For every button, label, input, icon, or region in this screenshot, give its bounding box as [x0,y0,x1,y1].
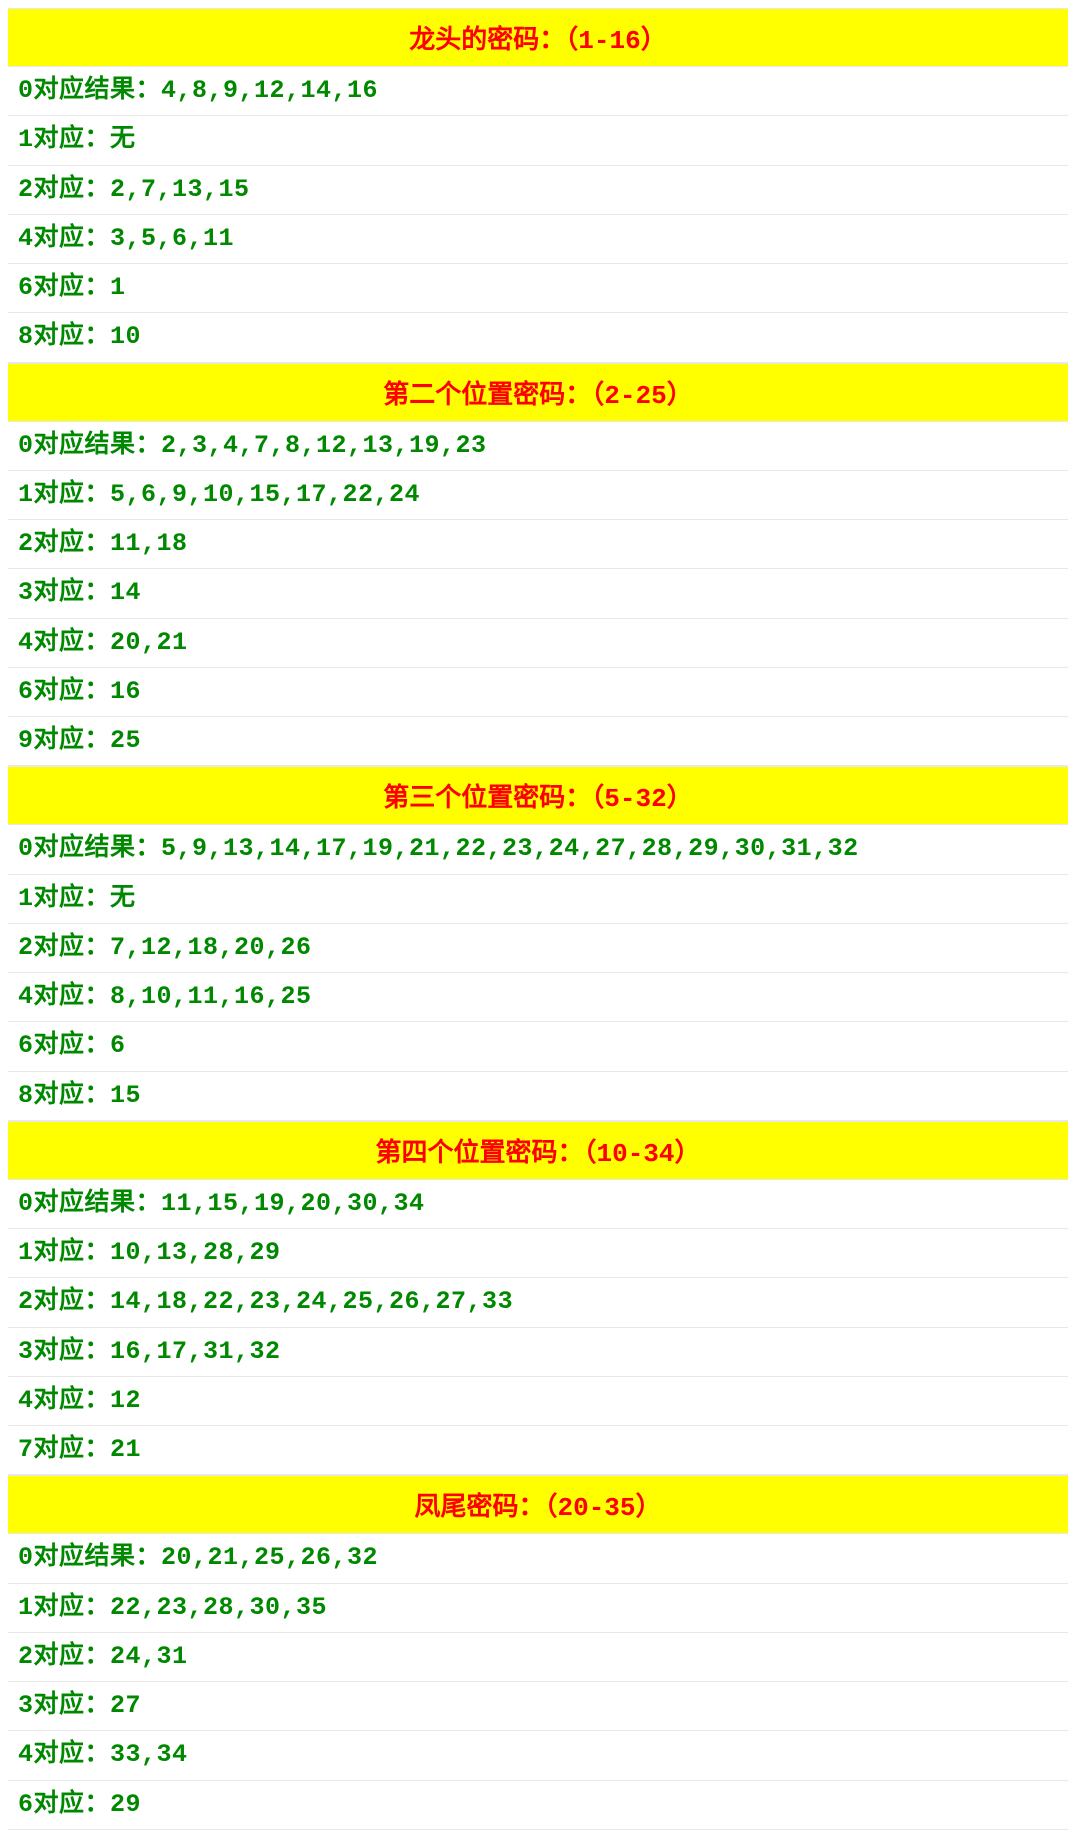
code-table: 龙头的密码：（1-16）0对应结果：4,8,9,12,14,161对应：无2对应… [8,8,1068,1830]
data-row: 2对应：11,18 [8,520,1068,569]
data-row: 0对应结果：5,9,13,14,17,19,21,22,23,24,27,28,… [8,825,1068,874]
data-row: 6对应：16 [8,668,1068,717]
data-row: 4对应：33,34 [8,1731,1068,1780]
data-row: 3对应：16,17,31,32 [8,1328,1068,1377]
section-header: 龙头的密码：（1-16） [8,8,1068,67]
data-row: 6对应：29 [8,1781,1068,1830]
section-4: 凤尾密码：（20-35）0对应结果：20,21,25,26,321对应：22,2… [8,1475,1068,1830]
data-row: 1对应：5,6,9,10,15,17,22,24 [8,471,1068,520]
data-row: 7对应：21 [8,1426,1068,1475]
section-2: 第三个位置密码：（5-32）0对应结果：5,9,13,14,17,19,21,2… [8,766,1068,1121]
section-header: 第四个位置密码：（10-34） [8,1121,1068,1180]
data-row: 4对应：20,21 [8,619,1068,668]
data-row: 2对应：14,18,22,23,24,25,26,27,33 [8,1278,1068,1327]
section-0: 龙头的密码：（1-16）0对应结果：4,8,9,12,14,161对应：无2对应… [8,8,1068,363]
data-row: 9对应：25 [8,717,1068,766]
data-row: 2对应：24,31 [8,1633,1068,1682]
section-header: 凤尾密码：（20-35） [8,1475,1068,1534]
section-header: 第二个位置密码：（2-25） [8,363,1068,422]
data-row: 8对应：15 [8,1072,1068,1121]
data-row: 0对应结果：11,15,19,20,30,34 [8,1180,1068,1229]
section-3: 第四个位置密码：（10-34）0对应结果：11,15,19,20,30,341对… [8,1121,1068,1476]
data-row: 4对应：12 [8,1377,1068,1426]
data-row: 3对应：14 [8,569,1068,618]
data-row: 1对应：无 [8,116,1068,165]
section-header: 第三个位置密码：（5-32） [8,766,1068,825]
data-row: 0对应结果：20,21,25,26,32 [8,1534,1068,1583]
data-row: 3对应：27 [8,1682,1068,1731]
data-row: 4对应：8,10,11,16,25 [8,973,1068,1022]
data-row: 2对应：2,7,13,15 [8,166,1068,215]
data-row: 1对应：22,23,28,30,35 [8,1584,1068,1633]
data-row: 1对应：10,13,28,29 [8,1229,1068,1278]
section-1: 第二个位置密码：（2-25）0对应结果：2,3,4,7,8,12,13,19,2… [8,363,1068,767]
data-row: 6对应：1 [8,264,1068,313]
data-row: 2对应：7,12,18,20,26 [8,924,1068,973]
data-row: 0对应结果：2,3,4,7,8,12,13,19,23 [8,422,1068,471]
data-row: 8对应：10 [8,313,1068,362]
data-row: 1对应：无 [8,875,1068,924]
data-row: 0对应结果：4,8,9,12,14,16 [8,67,1068,116]
data-row: 6对应：6 [8,1022,1068,1071]
data-row: 4对应：3,5,6,11 [8,215,1068,264]
